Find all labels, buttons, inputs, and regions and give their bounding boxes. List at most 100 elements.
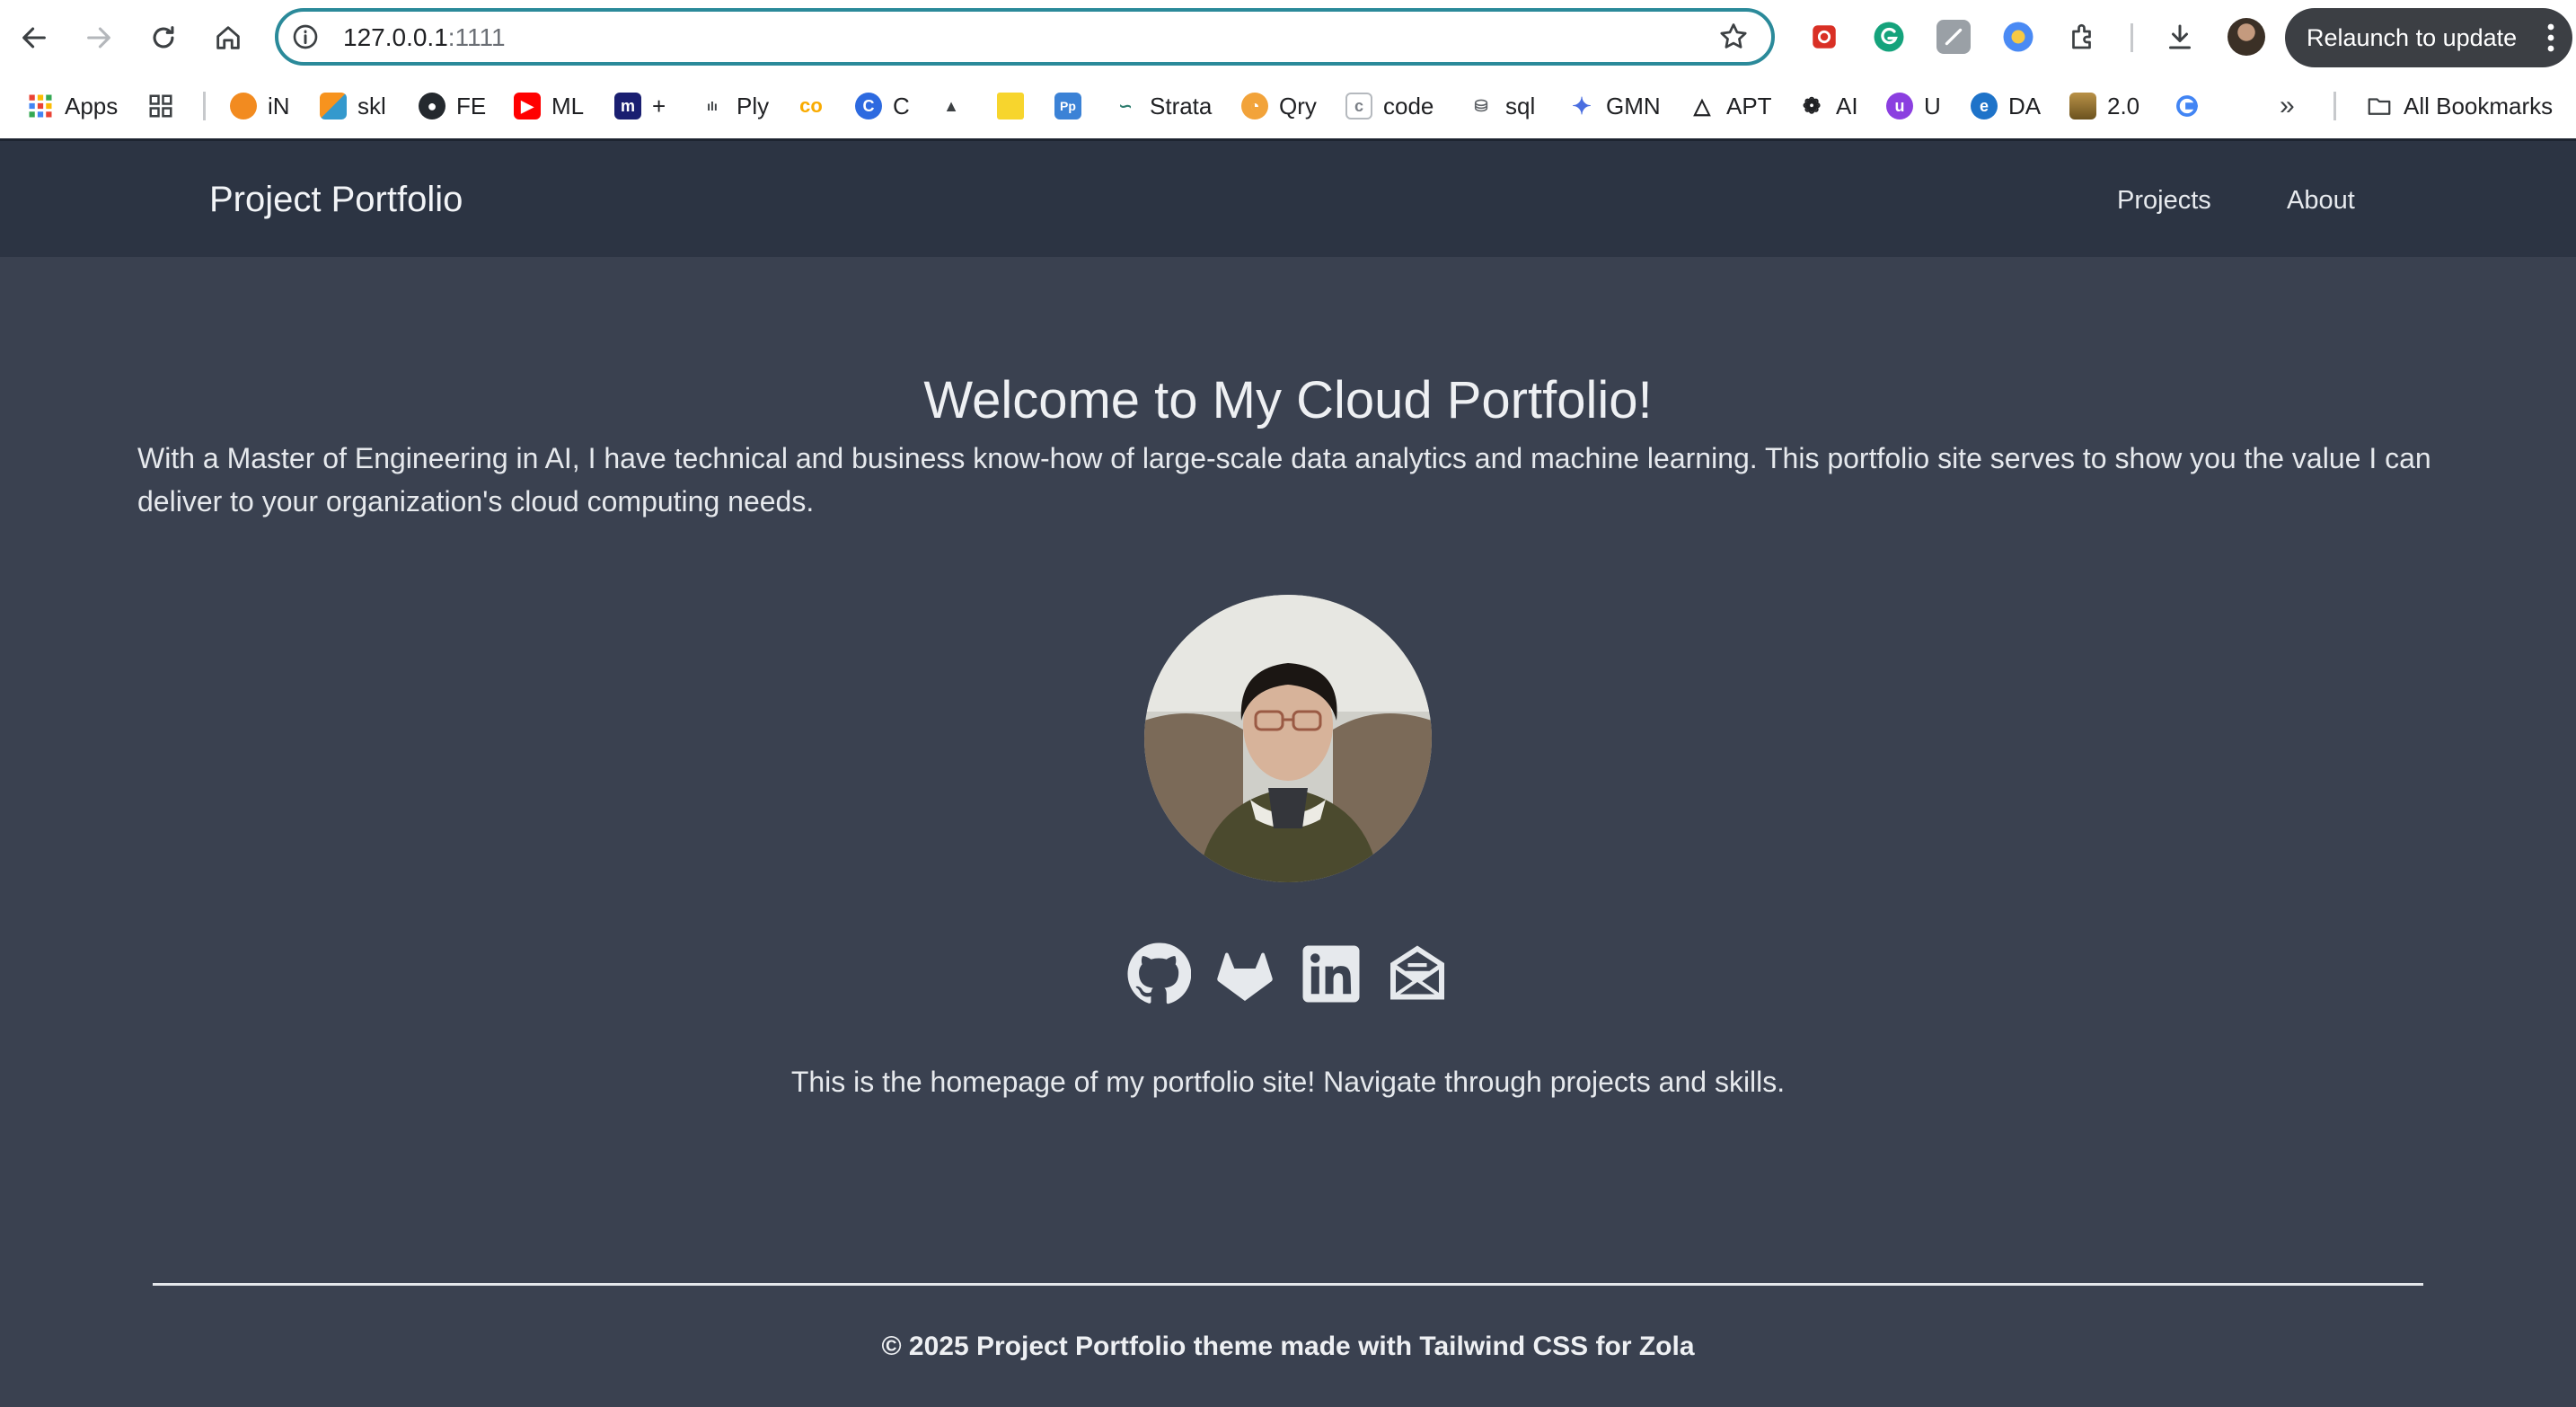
all-bookmarks-label: All Bookmarks	[2404, 92, 2554, 119]
openai-icon: ❁	[1798, 93, 1825, 119]
gemini-icon: ✦	[1568, 93, 1595, 119]
bookmark-gmn[interactable]: ✦ GMN	[1568, 88, 1661, 124]
linkedin-icon	[1302, 945, 1360, 1003]
bookmark-label: Strata	[1150, 92, 1213, 119]
gitlab-icon	[1217, 952, 1273, 1001]
address-bar[interactable]: 127.0.0.1:1111	[275, 8, 1775, 66]
bookmark-label: C	[893, 92, 910, 119]
bookmark-sql[interactable]: ⛁ sql	[1468, 88, 1535, 124]
nav-projects-link[interactable]: Projects	[2117, 186, 2211, 216]
extensions-button[interactable]	[2066, 20, 2100, 54]
home-icon	[216, 26, 240, 49]
bookmark-qry[interactable]: ◔ Qry	[1241, 88, 1317, 124]
bookmark-note[interactable]	[997, 88, 1035, 124]
forward-button[interactable]	[77, 16, 120, 59]
reload-button[interactable]	[142, 16, 185, 59]
bookmark-c[interactable]: C C	[855, 88, 910, 124]
bookmark-plus[interactable]: m +	[614, 88, 666, 124]
forward-arrow-icon	[87, 27, 110, 49]
bookmark-ai[interactable]: ❁ AI	[1798, 88, 1858, 124]
kebab-menu-icon[interactable]	[2547, 23, 2554, 52]
bookmarks-overflow-button[interactable]: »	[2280, 88, 2295, 124]
bookmark-star-icon[interactable]	[1717, 21, 1750, 53]
reload-icon	[153, 26, 174, 49]
record-icon	[1813, 25, 1836, 49]
nav-about-link[interactable]: About	[2287, 186, 2355, 216]
email-link[interactable]	[1385, 942, 1450, 1006]
sklearn-icon	[320, 93, 347, 119]
downloads-button[interactable]	[2163, 20, 2197, 54]
mountain-icon: ▲	[938, 93, 965, 119]
gitlab-link[interactable]	[1213, 942, 1277, 1006]
youtube-icon: ▶	[514, 93, 541, 119]
bookmark-label: skl	[357, 92, 386, 119]
bookmark-label: FE	[456, 92, 487, 119]
profile-avatar[interactable]	[2228, 18, 2265, 56]
da-icon: e	[1971, 93, 1998, 119]
bookmark-label: DA	[2008, 92, 2042, 119]
apt-icon: △	[1689, 93, 1716, 119]
chevrons-right-icon: »	[2280, 91, 2295, 120]
browser-toolbar: 127.0.0.1:1111 Relaunch to update	[0, 0, 2576, 75]
bookmark-label: U	[1924, 92, 1941, 119]
home-button[interactable]	[207, 16, 250, 59]
bookmark-label: Ply	[737, 92, 770, 119]
intro-paragraph: With a Master of Engineering in AI, I ha…	[137, 442, 2431, 518]
site-title-link[interactable]: Project Portfolio	[209, 180, 463, 220]
all-bookmarks-button[interactable]: All Bookmarks	[2366, 88, 2553, 124]
bookmark-apps[interactable]: Apps	[27, 88, 118, 124]
notes-extension-icon[interactable]	[1936, 20, 1971, 54]
site-info-icon[interactable]	[291, 22, 320, 51]
strata-icon: ∽	[1112, 93, 1139, 119]
bookmark-tab-groups[interactable]	[147, 88, 185, 124]
url-text[interactable]: 127.0.0.1:1111	[343, 23, 506, 52]
relaunch-button[interactable]: Relaunch to update	[2285, 8, 2572, 67]
github-icon: ●	[419, 93, 446, 119]
grammarly-extension-icon[interactable]	[1872, 20, 1906, 54]
road-icon	[2069, 93, 2096, 119]
bookmark-mountain[interactable]: ▲	[938, 88, 975, 124]
url-port: :1111	[447, 23, 506, 51]
code-icon: c	[1345, 93, 1372, 119]
bookmark-in[interactable]: iN	[230, 88, 290, 124]
apps-grid-icon	[27, 93, 54, 119]
bookmark-skl[interactable]: skl	[320, 88, 386, 124]
bookmarks-separator	[203, 92, 206, 120]
bookmark-label: 2.0	[2107, 92, 2140, 119]
github-link[interactable]	[1126, 942, 1192, 1006]
bookmark-u[interactable]: u U	[1886, 88, 1941, 124]
yellow-note-icon	[997, 93, 1024, 119]
bookmark-pp[interactable]: Pp	[1054, 88, 1092, 124]
bookmark-label: Apps	[65, 92, 119, 119]
bookmark-google[interactable]	[2174, 88, 2211, 124]
bookmark-fe[interactable]: ● FE	[419, 88, 486, 124]
site-header: Project Portfolio Projects About	[0, 141, 2576, 257]
m-icon: m	[614, 93, 641, 119]
footer-divider	[153, 1283, 2423, 1286]
bookmark-colab[interactable]: co	[798, 88, 835, 124]
sql-icon: ⛁	[1468, 93, 1495, 119]
bookmark-da[interactable]: e DA	[1971, 88, 2041, 124]
u-icon: u	[1886, 93, 1913, 119]
bookmark-apt[interactable]: △ APT	[1689, 88, 1772, 124]
linkedin-link[interactable]	[1299, 942, 1363, 1006]
bookmark-strata[interactable]: ∽ Strata	[1112, 88, 1212, 124]
bookmark-ply[interactable]: ılı Ply	[699, 88, 769, 124]
download-icon	[2169, 24, 2191, 49]
bookmark-2-0[interactable]: 2.0	[2069, 88, 2139, 124]
screen-record-extension-icon[interactable]	[1807, 20, 1841, 54]
bookmark-label: GMN	[1606, 92, 1661, 119]
pen-icon	[1945, 28, 1963, 46]
bookmark-ml[interactable]: ▶ ML	[514, 88, 584, 124]
translate-extension-icon[interactable]	[2001, 20, 2035, 54]
puzzle-icon	[2072, 23, 2091, 49]
url-host: 127.0.0.1	[343, 23, 448, 51]
bookmark-label: AI	[1836, 92, 1858, 119]
back-button[interactable]	[13, 16, 56, 59]
grammarly-icon	[1874, 22, 1904, 52]
colab-icon: co	[798, 93, 825, 119]
bookmark-label: iN	[268, 92, 290, 119]
orange-circle-icon	[230, 93, 257, 119]
bookmark-code[interactable]: c code	[1345, 88, 1434, 124]
bookmarks-separator	[2333, 92, 2336, 120]
